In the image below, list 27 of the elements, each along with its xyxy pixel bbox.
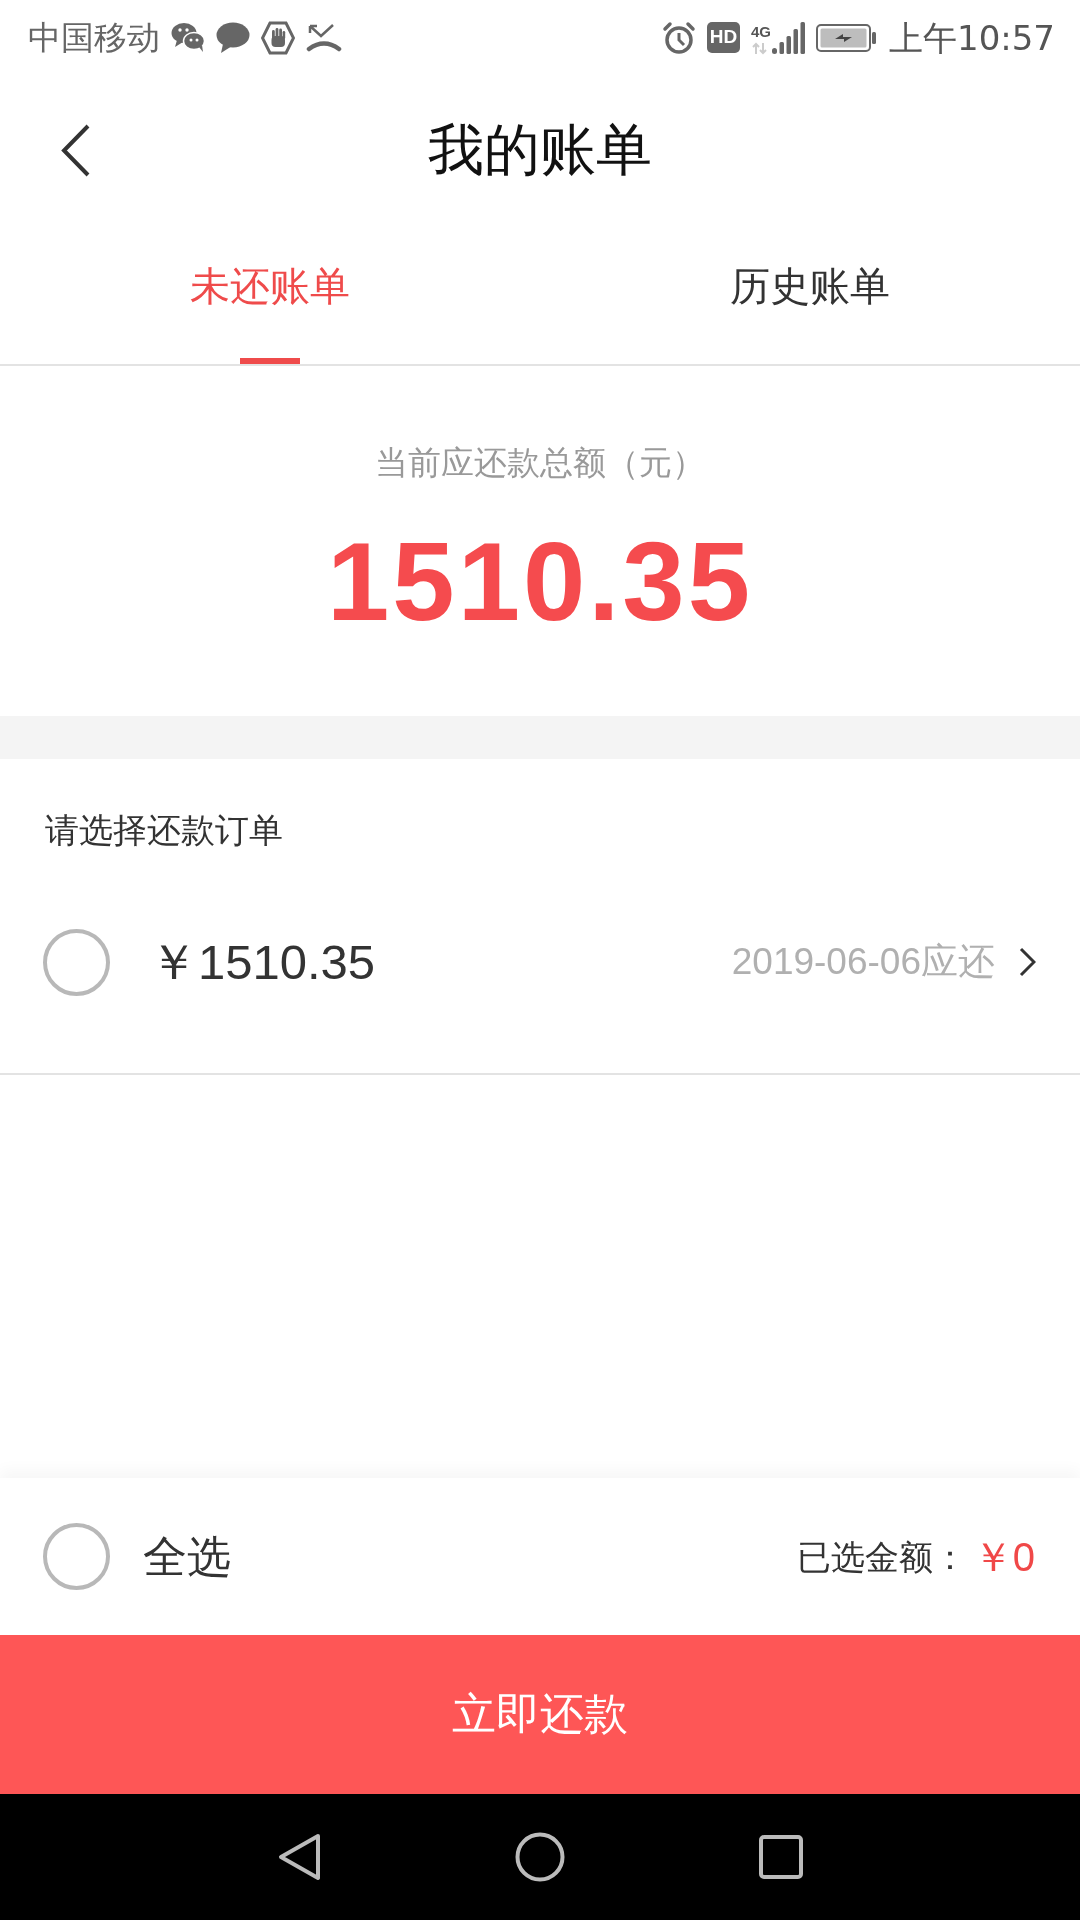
data-arrows-icon: [751, 41, 768, 55]
chevron-right-icon[interactable]: [1019, 947, 1036, 977]
network-type-label: 4G: [751, 23, 771, 40]
section-heading: 请选择还款订单: [45, 810, 283, 850]
selected-amount: ￥0: [972, 1533, 1035, 1581]
total-label: 当前应还款总额（元）: [375, 442, 705, 484]
hand-stop-icon: [261, 20, 295, 55]
hd-badge: HD: [707, 22, 740, 53]
status-time: 上午10:57: [889, 17, 1055, 58]
chat-bubble-icon: [216, 22, 250, 53]
carrier-name: 中国移动: [28, 17, 160, 58]
nav-home-icon[interactable]: [514, 1832, 565, 1882]
page-title: 我的账单: [428, 116, 652, 184]
nav-recents-icon[interactable]: [758, 1835, 803, 1879]
alarm-icon: [662, 20, 696, 55]
missed-call-icon: [306, 22, 342, 53]
back-icon: [61, 123, 91, 177]
battery-icon: [816, 23, 876, 52]
wechat-icon: [171, 22, 205, 53]
nav-back-icon[interactable]: [277, 1833, 321, 1881]
due-date: 2019-06-06应还: [731, 940, 995, 984]
total-amount: 1510.35: [327, 522, 753, 642]
selected-amount-label: 已选金额：: [796, 1535, 967, 1579]
select-all-label: 全选: [143, 1529, 231, 1584]
order-amount: ￥1510.35: [149, 934, 376, 991]
signal-icon: [772, 20, 805, 55]
pay-now-button[interactable]: 立即还款: [0, 1635, 1080, 1794]
